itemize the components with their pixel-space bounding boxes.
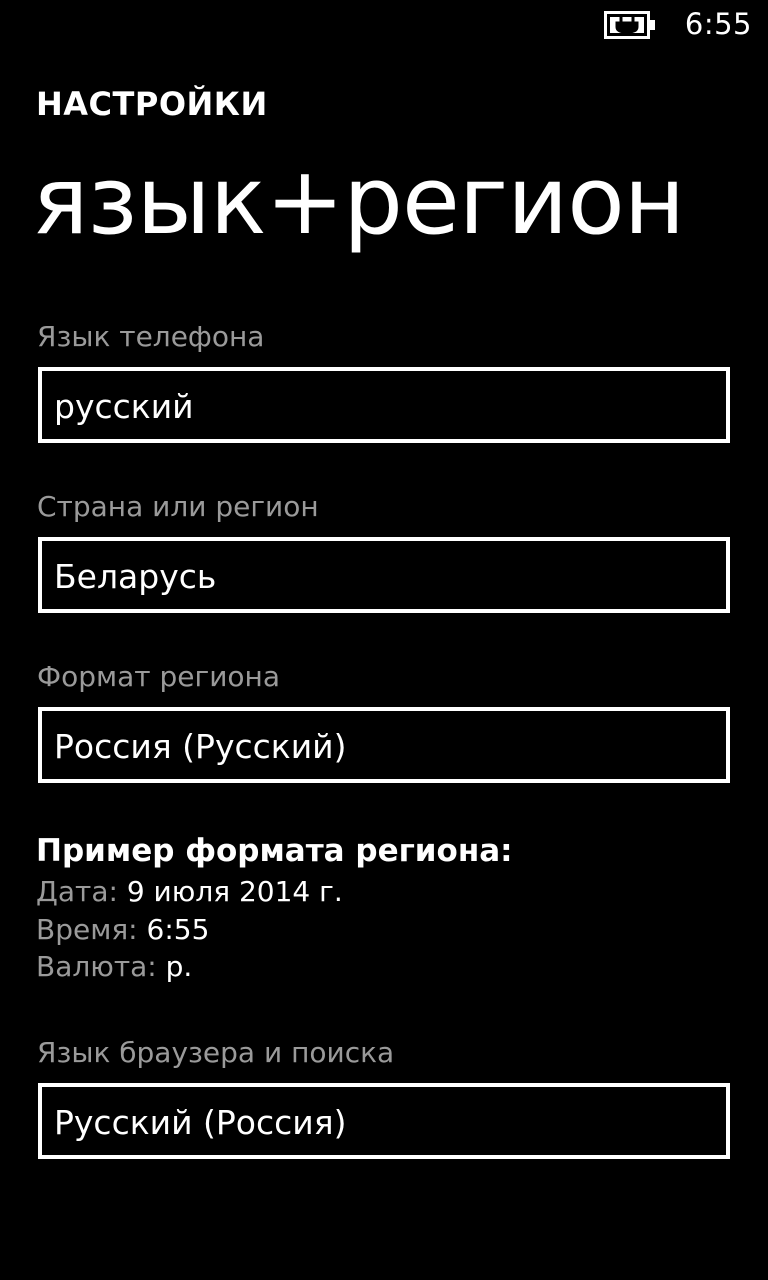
country-region-value: Беларусь	[54, 557, 217, 596]
app-title: НАСТРОЙКИ	[36, 85, 268, 123]
country-region-label: Страна или регион	[37, 490, 319, 523]
sample-currency-line: Валюта: р.	[36, 950, 192, 984]
sample-currency-value: р.	[165, 950, 193, 983]
country-region-picker[interactable]: Беларусь	[38, 537, 730, 613]
phone-language-value: русский	[54, 387, 194, 426]
region-format-label: Формат региона	[37, 660, 281, 693]
status-bar: 6:55	[0, 0, 768, 50]
sample-time-label: Время:	[36, 913, 138, 946]
sample-currency-label: Валюта:	[36, 950, 157, 983]
sample-date-value: 9 июля 2014 г.	[126, 875, 343, 908]
format-sample-heading: Пример формата региона:	[36, 833, 513, 869]
status-clock: 6:55	[684, 7, 752, 41]
phone-language-picker[interactable]: русский	[38, 367, 730, 443]
region-format-value: Россия (Русский)	[54, 727, 347, 766]
browser-search-language-picker[interactable]: Русский (Россия)	[38, 1083, 730, 1159]
region-format-picker[interactable]: Россия (Русский)	[38, 707, 730, 783]
sample-date-label: Дата:	[36, 875, 118, 908]
browser-search-language-value: Русский (Россия)	[54, 1103, 347, 1142]
sample-time-value: 6:55	[146, 913, 210, 946]
browser-search-language-label: Язык браузера и поиска	[37, 1036, 395, 1069]
phone-language-label: Язык телефона	[37, 320, 265, 353]
battery-charging-icon	[604, 11, 655, 39]
sample-time-line: Время: 6:55	[36, 913, 209, 947]
page-title: язык+регион	[32, 147, 685, 256]
sample-date-line: Дата: 9 июля 2014 г.	[36, 875, 343, 909]
